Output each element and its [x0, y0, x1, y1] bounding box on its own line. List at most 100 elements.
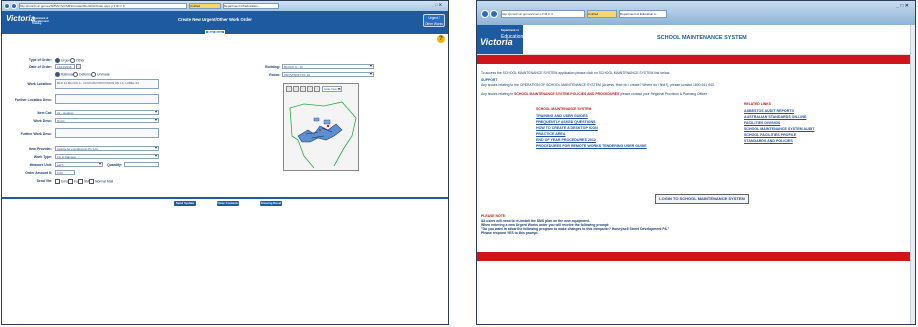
item-provider-select[interactable]: Acacia Air-conditioning Pty Ltd: [55, 146, 159, 151]
link-sms-audit[interactable]: SCHOOL MAINTENANCE SYSTEM AUDIT: [744, 127, 814, 131]
logo-sub-text: Department of Education and Training: [32, 17, 49, 26]
further-location-label: Further Location Desc:: [14, 98, 52, 102]
action-divider: [2, 197, 448, 199]
browser-chrome: http://pmsi3.vic.gov.au/sms/ ρ ▾ ⊠ C ✕ U…: [477, 1, 915, 25]
window-controls[interactable]: _ □ ✕: [896, 3, 909, 9]
link-faq[interactable]: FREQUENTLY ASKED QUESTIONS: [536, 120, 596, 124]
right-window: http://pmsi3.vic.gov.au/sms/ ρ ▾ ⊠ C ✕ U…: [476, 0, 916, 325]
logo-text: Victoria: [6, 14, 36, 23]
help-icon[interactable]: ?: [437, 35, 445, 43]
pan-icon[interactable]: [300, 86, 306, 92]
back-icon[interactable]: [4, 3, 10, 9]
victoria-logo: Victoria Department of Education: [477, 25, 523, 54]
radio-icon: [55, 58, 60, 63]
support-heading: SUPPORT: [481, 78, 498, 82]
measure-unit-select[interactable]: each: [55, 162, 103, 167]
work-desc-select[interactable]: Ducts: [55, 118, 159, 123]
app-header: Victoria Department of Education SCHOOL …: [477, 25, 915, 55]
intro-text: To access the SCHOOL MAINTENANCE SYSTEM …: [481, 71, 670, 75]
related-links-heading: RELATED LINKS: [744, 102, 771, 106]
window-controls[interactable]: _ □ ✕: [432, 2, 442, 7]
radio-label: Rational: [61, 72, 74, 77]
link-end-of-year[interactable]: END OF YEAR PROCEDURES 2012: [536, 138, 596, 142]
zoom-out-icon[interactable]: [293, 86, 299, 92]
quantity-label: Quantity:: [107, 163, 122, 167]
zoom-in-icon[interactable]: [286, 86, 292, 92]
order-amount-label: Order Amount $:: [25, 171, 52, 175]
link-asbestos[interactable]: ASBESTOS AUDIT REPORTS: [744, 109, 794, 113]
room-select[interactable]: PROVISION 0/1 1A: [282, 72, 374, 77]
link-desktop-icon[interactable]: HOW TO CREATE A DESKTOP ICON: [536, 126, 598, 130]
link-facilities-profile[interactable]: SCHOOL FACILITIES PROFILE: [744, 133, 796, 137]
work-type-label: Work Type:: [33, 155, 52, 159]
drawing-reset-button[interactable]: Drawing Reset: [260, 201, 282, 206]
type-urgent-radio[interactable]: Urgent: [55, 58, 71, 63]
link-standards-policies[interactable]: STANDARDS AND POLICIES: [744, 139, 793, 143]
page-title: SCHOOL MAINTENANCE SYSTEM: [657, 35, 747, 41]
priority-radio[interactable]: Deferred: [73, 72, 92, 77]
building-select[interactable]: BLOCK A - 10: [282, 64, 374, 69]
checkbox-icon: [78, 179, 83, 184]
send-via-mail-checkbox[interactable]: Normal Mail: [87, 179, 113, 184]
left-window: http://pmsi3.vic.gov.au/SMSSYSV/SMSCreat…: [1, 0, 449, 325]
date-of-order-label: Date of Order:: [29, 65, 52, 69]
further-work-label: Further Work Desc:: [20, 132, 52, 136]
logo-subtitle: Department of Education and Training: [32, 17, 50, 26]
policy-text-post: please contact your Regional Provision &…: [619, 92, 708, 96]
select-icon[interactable]: [307, 86, 313, 92]
map-scale-select[interactable]: Scale View (fit): [322, 86, 342, 92]
priority-radio[interactable]: Rational: [55, 72, 73, 77]
item-provider-label: Item Provider:: [29, 147, 52, 151]
sms-links-heading: SCHOOL MAINTENANCE SYSTEM: [536, 107, 592, 111]
date-of-order-field[interactable]: 11/11/2016: [55, 64, 75, 69]
building-label: Building:: [265, 65, 280, 69]
work-location-field[interactable]: BLD 34 BLOCK A - 10 ROOM PROVISION 0/0 1…: [55, 79, 159, 89]
logo-sub-department: Department of: [501, 29, 519, 32]
further-work-field[interactable]: [55, 128, 159, 138]
work-type-select[interactable]: Fix & Damage: [55, 154, 159, 159]
forward-icon[interactable]: [11, 3, 17, 9]
radio-label: Other: [76, 58, 85, 63]
browser-tab[interactable]: Untitled: [587, 10, 617, 18]
browser-tab[interactable]: Department Of Education...: [223, 3, 279, 9]
browser-tab[interactable]: Department of Education a...: [619, 10, 667, 18]
forward-icon[interactable]: [490, 10, 498, 18]
item-cat-select[interactable]: 31 - Heating: [55, 110, 159, 115]
address-bar[interactable]: http://pmsi3.vic.gov.au/sms/ ρ ▾ ⊠ C ✕: [501, 10, 585, 18]
calendar-icon[interactable]: [76, 64, 81, 69]
urgent-other-works-button[interactable]: Urgent / Other Works: [423, 14, 445, 27]
send-update-button[interactable]: Send Update: [174, 201, 196, 206]
support-text: Any issues relating to the OPERATION OF …: [481, 83, 715, 87]
link-standards-online[interactable]: AUSTRALIAN STANDARDS ON-LINE: [744, 115, 806, 119]
item-cat-label: Item Cat:: [37, 111, 52, 115]
link-practice-area[interactable]: PRACTICE AREA: [536, 132, 565, 136]
page-title: Create New Urgent/Other Work Order: [178, 17, 252, 22]
victoria-logo: Victoria: [6, 14, 35, 23]
tab-main-menu[interactable]: Main Menu: [205, 30, 225, 34]
further-location-field[interactable]: [55, 94, 159, 104]
browser-tab[interactable]: Untitled: [189, 3, 221, 9]
link-remote-works[interactable]: PROCEDURES FOR REMOTE WORKS TENDERING US…: [536, 144, 647, 148]
vertical-scrollbar[interactable]: [910, 25, 915, 324]
type-of-order-label: Type of Order:: [28, 58, 52, 62]
back-icon[interactable]: [481, 10, 489, 18]
top-red-bar: [477, 55, 915, 64]
address-bar[interactable]: http://pmsi3.vic.gov.au/SMSSYSV/SMSCreat…: [19, 3, 187, 9]
quantity-field[interactable]: [124, 162, 159, 167]
browser-chrome: http://pmsi3.vic.gov.au/SMSSYSV/SMSCreat…: [2, 1, 448, 11]
map-viewer[interactable]: Scale View (fit): [283, 83, 359, 171]
policy-text-pre: Any issues relating to: [481, 92, 515, 96]
bottom-red-bar: [477, 252, 915, 261]
login-button[interactable]: LOGIN TO SCHOOL MAINTENANCE SYSTEM: [655, 194, 749, 204]
checkbox-icon: [55, 179, 60, 184]
priority-radio[interactable]: Unmade: [91, 72, 110, 77]
order-amount-field[interactable]: 0.00: [55, 170, 75, 175]
clear-contents-button[interactable]: Clear Contents: [217, 201, 239, 206]
link-training[interactable]: TRAINING AND USER GUIDES: [536, 114, 588, 118]
policy-text: Any issues relating to SCHOOL MAINTENANC…: [481, 92, 707, 96]
work-desc-label: Work Desc:: [33, 119, 52, 123]
print-icon[interactable]: [314, 86, 320, 92]
note-line: Please respond YES to this prompt.: [481, 231, 539, 235]
type-other-radio[interactable]: Other: [70, 58, 84, 63]
link-facilities-division[interactable]: FACILITIES DIVISION: [744, 121, 780, 125]
